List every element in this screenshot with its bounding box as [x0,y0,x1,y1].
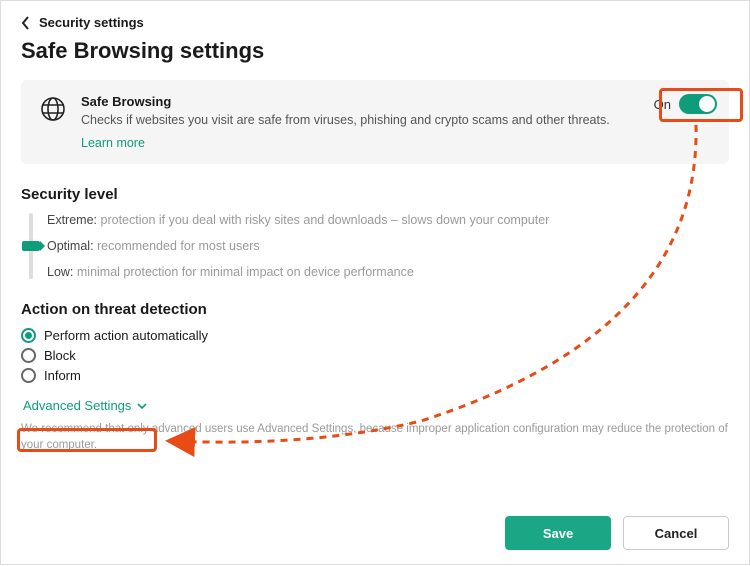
radio-icon [21,368,36,383]
breadcrumb-label: Security settings [39,15,144,30]
card-title: Safe Browsing [81,94,711,109]
breadcrumb-back[interactable]: Security settings [21,15,729,30]
security-level-slider[interactable]: Extreme: protection if you deal with ris… [21,213,729,279]
chevron-left-icon [21,16,31,30]
advanced-settings-label: Advanced Settings [23,398,131,413]
page-title: Safe Browsing settings [21,38,729,64]
security-level-option[interactable]: Optimal: recommended for most users [47,239,549,253]
radio-icon [21,348,36,363]
threat-action-option[interactable]: Inform [21,368,729,383]
security-level-option[interactable]: Low: minimal protection for minimal impa… [47,265,549,279]
advanced-settings-toggle[interactable]: Advanced Settings [21,396,149,415]
radio-label: Inform [44,368,81,383]
cancel-button[interactable]: Cancel [623,516,729,550]
learn-more-link[interactable]: Learn more [81,136,145,150]
chevron-down-icon [137,401,147,411]
radio-label: Perform action automatically [44,328,208,343]
toggle-state-label: On [654,97,671,112]
advanced-note: We recommend that only advanced users us… [21,421,729,453]
radio-label: Block [44,348,76,363]
radio-icon [21,328,36,343]
card-desc: Checks if websites you visit are safe fr… [81,113,711,127]
globe-icon [39,94,67,122]
safe-browsing-toggle[interactable] [679,94,717,114]
safe-browsing-card: Safe Browsing Checks if websites you vis… [21,80,729,164]
threat-action-heading: Action on threat detection [21,301,729,318]
threat-action-option[interactable]: Perform action automatically [21,328,729,343]
save-button[interactable]: Save [505,516,611,550]
threat-action-option[interactable]: Block [21,348,729,363]
security-level-heading: Security level [21,186,729,203]
security-level-option[interactable]: Extreme: protection if you deal with ris… [47,213,549,227]
